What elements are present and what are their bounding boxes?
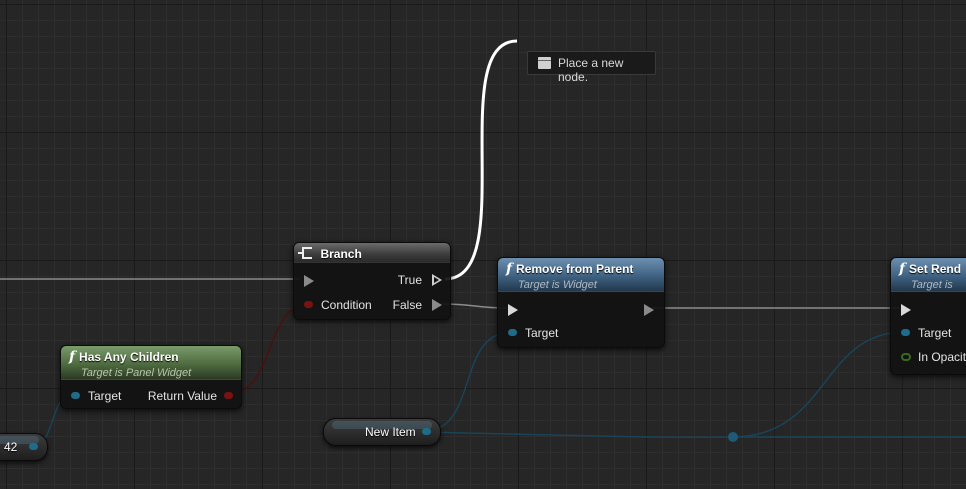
new-item-label: New Item xyxy=(365,425,416,439)
wire-layer xyxy=(0,39,966,448)
target-label: Target xyxy=(88,389,122,403)
has-any-children-return-pin[interactable]: Return Value xyxy=(133,388,233,404)
return-value-label: Return Value xyxy=(147,389,217,403)
reroute-node[interactable] xyxy=(728,432,738,442)
remove-exec-out[interactable] xyxy=(634,302,654,318)
new-item-object-pin[interactable] xyxy=(422,428,431,435)
remove-target-pin[interactable]: Target xyxy=(508,325,588,341)
partial-value-label: 42 xyxy=(4,440,18,454)
target-label: Target xyxy=(525,326,559,340)
branch-false-pin[interactable]: False xyxy=(372,297,442,313)
target-label: Target xyxy=(918,326,952,340)
function-icon: f xyxy=(506,261,513,277)
branch-true-pin[interactable]: True xyxy=(372,272,442,288)
remove-from-parent-title: Remove from Parent xyxy=(516,262,634,276)
remove-from-parent-node[interactable]: f Remove from Parent Target is Widget Tar… xyxy=(497,257,665,348)
branch-node[interactable]: Branch True Condition False xyxy=(293,242,451,320)
target-object-pin[interactable] xyxy=(71,392,80,399)
place-node-hint-label: Place a new node. xyxy=(558,56,624,84)
set-render-target-pin[interactable]: Target xyxy=(901,325,966,341)
target-object-pin[interactable] xyxy=(901,329,910,336)
opacity-float-pin[interactable] xyxy=(901,353,911,361)
remove-from-parent-subtitle: Target is Widget xyxy=(518,279,597,291)
remove-exec-in[interactable] xyxy=(508,302,528,318)
remove-from-parent-header[interactable]: f Remove from Parent Target is Widget xyxy=(498,258,664,292)
true-exec-pin[interactable] xyxy=(432,274,442,286)
set-render-node[interactable]: fSet Rend Target is Target In Opacity xyxy=(890,257,966,375)
new-item-variable-node[interactable]: New Item xyxy=(323,418,441,446)
exec-wire-dragging[interactable] xyxy=(444,39,518,281)
object-wire-newitem-to-remove[interactable] xyxy=(421,331,513,433)
exec-in-pin[interactable] xyxy=(901,304,911,316)
in-opacity-label: In Opacity xyxy=(918,350,966,364)
partial-object-pin[interactable] xyxy=(29,443,38,450)
function-icon: f xyxy=(899,261,906,277)
partial-variable-node[interactable]: 42 xyxy=(0,433,48,461)
object-wire-newitem-to-set[interactable] xyxy=(421,331,906,439)
false-label: False xyxy=(392,298,422,312)
branch-node-header[interactable]: Branch xyxy=(294,243,450,263)
true-label: True xyxy=(397,273,422,287)
exec-in-pin[interactable] xyxy=(508,304,518,316)
set-render-subtitle: Target is xyxy=(911,279,953,291)
condition-bool-pin[interactable] xyxy=(304,301,313,308)
branch-icon xyxy=(298,247,312,259)
set-render-exec-in[interactable] xyxy=(901,302,921,318)
document-icon xyxy=(538,57,551,69)
place-node-hint: Place a new node. xyxy=(527,51,656,84)
set-render-header[interactable]: f Set Rend Target is xyxy=(891,258,966,292)
false-exec-pin[interactable] xyxy=(432,299,442,311)
target-object-pin[interactable] xyxy=(508,329,517,336)
exec-in-pin[interactable] xyxy=(304,275,314,287)
condition-label: Condition xyxy=(321,298,372,312)
set-render-opacity-pin[interactable]: In Opacity xyxy=(901,349,966,365)
function-icon: f xyxy=(69,349,76,365)
has-any-children-node[interactable]: f Has Any Children Target is Panel Widget… xyxy=(60,345,242,409)
exec-out-pin[interactable] xyxy=(644,304,654,316)
has-any-children-subtitle: Target is Panel Widget xyxy=(81,367,192,379)
branch-node-title: Branch xyxy=(320,247,362,261)
return-bool-pin[interactable] xyxy=(224,392,233,399)
set-render-title: Set Rend xyxy=(909,262,962,276)
has-any-children-title: Has Any Children xyxy=(79,350,179,364)
has-any-children-header[interactable]: f Has Any Children Target is Panel Widget xyxy=(61,346,241,380)
